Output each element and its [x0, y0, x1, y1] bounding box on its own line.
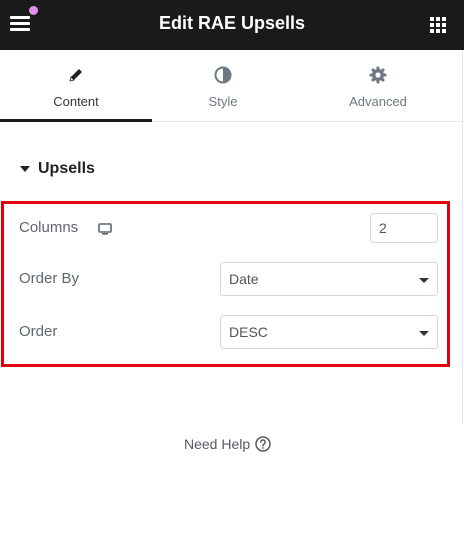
order-by-value: Date	[229, 271, 259, 287]
order-by-label: Order By	[19, 270, 80, 287]
tab-advanced[interactable]: Advanced	[294, 50, 462, 122]
columns-label: Columns	[19, 219, 79, 236]
desktop-icon[interactable]	[98, 222, 112, 235]
tab-advanced-label: Advanced	[349, 94, 407, 109]
gear-icon	[294, 66, 462, 89]
pencil-icon	[0, 66, 152, 89]
caret-down-icon	[20, 166, 30, 172]
order-by-select[interactable]: Date	[220, 262, 438, 296]
tab-style[interactable]: Style	[152, 50, 294, 122]
need-help-label: Need Help	[184, 436, 251, 452]
grid-apps-icon[interactable]	[428, 15, 448, 35]
tab-content[interactable]: Content	[0, 50, 152, 122]
tab-style-label: Style	[208, 94, 238, 109]
order-value: DESC	[229, 324, 268, 340]
half-circle-icon	[152, 66, 294, 89]
columns-input[interactable]	[370, 213, 438, 243]
tab-content-label: Content	[53, 94, 99, 109]
chevron-down-icon	[419, 278, 429, 283]
order-select[interactable]: DESC	[220, 315, 438, 349]
question-circle-icon	[255, 436, 271, 452]
panel-tabs: Content Style Advanced	[0, 50, 464, 122]
panel-divider	[462, 50, 463, 424]
section-title: Upsells	[38, 160, 95, 177]
panel-title: Edit RAE Upsells	[158, 13, 306, 33]
editor-header: Edit RAE Upsells	[0, 0, 464, 50]
chevron-down-icon	[419, 331, 429, 336]
order-label: Order	[19, 323, 58, 340]
